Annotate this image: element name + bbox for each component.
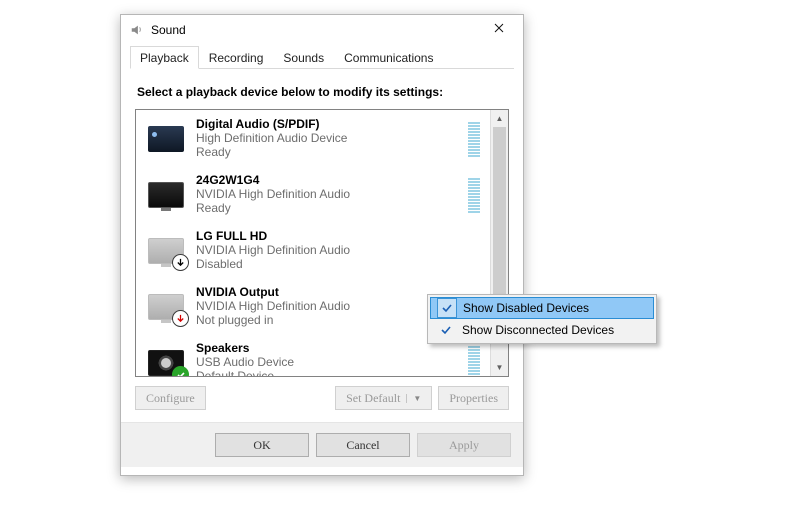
chevron-down-icon: ▼ [406,394,421,403]
context-menu-label: Show Disconnected Devices [462,323,614,337]
device-desc: NVIDIA High Definition Audio [196,243,468,257]
check-icon [437,298,457,318]
apply-button[interactable]: Apply [417,433,511,457]
context-menu-label: Show Disabled Devices [463,301,589,315]
set-default-button[interactable]: Set Default ▼ [335,386,432,410]
scroll-up-icon[interactable]: ▲ [491,110,508,127]
cancel-button[interactable]: Cancel [316,433,410,457]
device-status: Ready [196,201,468,215]
device-name: 24G2W1G4 [196,173,468,187]
device-icon [146,232,186,268]
dialog-button-row: OK Cancel Apply [121,422,523,467]
device-icon [146,288,186,324]
device-status: Ready [196,145,468,159]
tabstrip: Playback Recording Sounds Communications [130,45,514,69]
tab-playback[interactable]: Playback [130,46,199,69]
instruction-text: Select a playback device below to modify… [137,85,507,99]
context-menu-item[interactable]: Show Disconnected Devices [430,319,654,341]
device-row[interactable]: LG FULL HD NVIDIA High Definition Audio … [136,222,490,278]
device-row[interactable]: 24G2W1G4 NVIDIA High Definition Audio Re… [136,166,490,222]
configure-button[interactable]: Configure [135,386,206,410]
scroll-down-icon[interactable]: ▼ [491,359,508,376]
device-name: LG FULL HD [196,229,468,243]
speaker-icon [129,22,145,38]
check-icon [436,320,456,340]
device-status: Default Device [196,369,468,376]
device-name: Digital Audio (S/PDIF) [196,117,468,131]
set-default-label: Set Default [346,391,400,406]
device-desc: NVIDIA High Definition Audio [196,187,468,201]
properties-button[interactable]: Properties [438,386,509,410]
close-button[interactable] [477,14,521,42]
level-meter [468,343,480,376]
tab-sounds[interactable]: Sounds [273,46,334,69]
device-desc: USB Audio Device [196,355,468,369]
scroll-thumb[interactable] [493,127,506,317]
sound-dialog: Sound Playback Recording Sounds Communic… [120,14,524,476]
titlebar: Sound [121,15,523,45]
ok-button[interactable]: OK [215,433,309,457]
tab-recording[interactable]: Recording [199,46,274,69]
window-title: Sound [151,23,477,37]
level-meter [468,175,480,213]
device-status: Disabled [196,257,468,271]
device-icon [146,120,186,156]
device-desc: High Definition Audio Device [196,131,468,145]
tab-communications[interactable]: Communications [334,46,443,69]
device-row[interactable]: Digital Audio (S/PDIF) High Definition A… [136,110,490,166]
device-icon [146,176,186,212]
device-icon [146,344,186,376]
context-menu: Show Disabled Devices Show Disconnected D… [427,294,657,344]
context-menu-item[interactable]: Show Disabled Devices [430,297,654,319]
level-meter [468,119,480,157]
